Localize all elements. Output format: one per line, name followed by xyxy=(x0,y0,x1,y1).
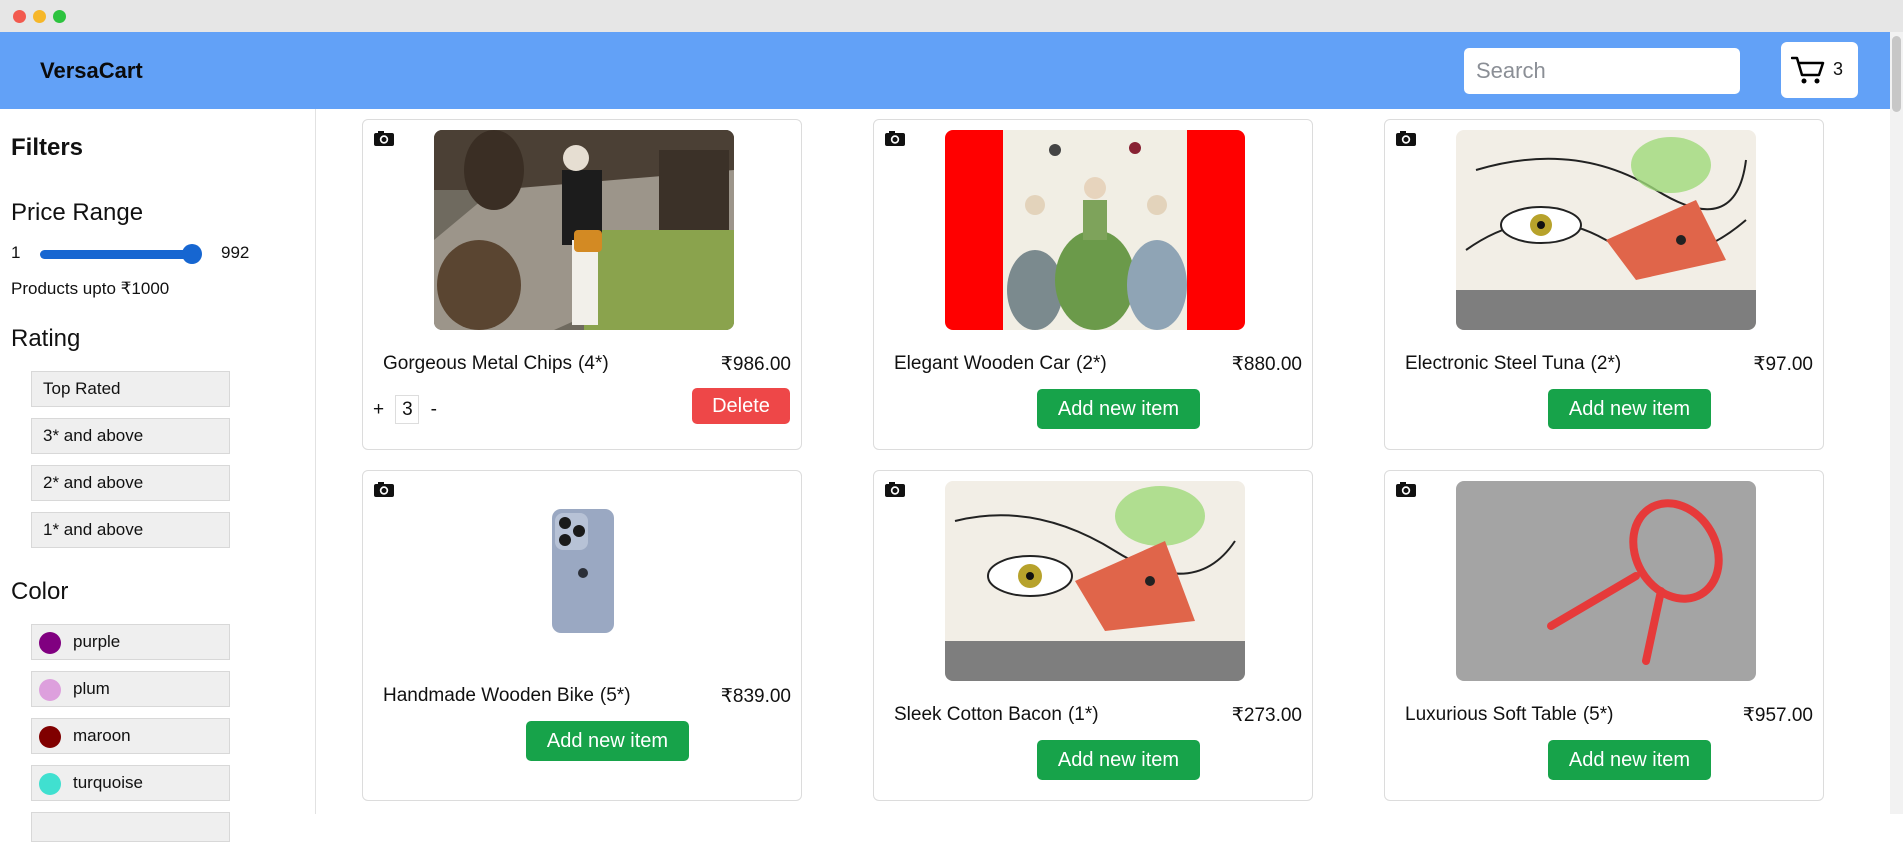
product-rating: (5*) xyxy=(1582,704,1614,725)
add-new-item-button[interactable]: Add new item xyxy=(1548,389,1711,429)
camera-icon[interactable] xyxy=(373,130,395,147)
add-new-item-button[interactable]: Add new item xyxy=(1037,740,1200,780)
color-swatch xyxy=(39,632,61,654)
product-name[interactable]: Sleek Cotton Bacon (1*) xyxy=(894,704,1099,726)
product-rating: (2*) xyxy=(1076,353,1107,374)
minimize-window-button[interactable] xyxy=(33,10,46,23)
color-label: plum xyxy=(73,679,110,698)
quantity-value: 3 xyxy=(395,395,420,424)
product-image xyxy=(434,130,734,330)
rating-option-1-and-above[interactable]: 1* and above xyxy=(31,512,230,548)
product-card: Gorgeous Metal Chips (4*) ₹986.00 + 3 - D… xyxy=(362,119,802,450)
window-titlebar xyxy=(0,0,1903,32)
rating-option-2-and-above[interactable]: 2* and above xyxy=(31,465,230,501)
cart-button[interactable]: 3 xyxy=(1781,42,1858,98)
scrollbar-thumb[interactable] xyxy=(1892,36,1901,112)
add-new-item-button[interactable]: Add new item xyxy=(1037,389,1200,429)
camera-icon[interactable] xyxy=(373,481,395,498)
add-new-item-button[interactable]: Add new item xyxy=(1548,740,1711,780)
product-price: ₹839.00 xyxy=(720,686,791,707)
product-price: ₹957.00 xyxy=(1742,705,1813,726)
color-label: purple xyxy=(73,632,121,651)
product-name[interactable]: Elegant Wooden Car (2*) xyxy=(894,353,1107,375)
price-min-label: 1 xyxy=(11,243,21,262)
product-card: Elegant Wooden Car (2*) ₹880.00 Add new i… xyxy=(873,119,1313,450)
rating-option-top-rated[interactable]: Top Rated xyxy=(31,371,230,407)
delete-button[interactable]: Delete xyxy=(692,388,790,424)
camera-icon[interactable] xyxy=(1395,481,1417,498)
price-range-note: Products upto ₹1000 xyxy=(11,279,170,298)
search-input[interactable] xyxy=(1464,48,1740,94)
product-image xyxy=(945,481,1245,681)
filters-sidebar: Filters Price Range 1 992 Products upto … xyxy=(0,109,316,842)
product-price: ₹986.00 xyxy=(720,354,791,375)
maximize-window-button[interactable] xyxy=(53,10,66,23)
color-option-plum[interactable]: plum xyxy=(31,671,230,707)
cart-count-badge: 3 xyxy=(1833,59,1844,79)
color-swatch xyxy=(39,726,61,748)
color-label: turquoise xyxy=(73,773,143,792)
price-max-label: 992 xyxy=(221,243,250,262)
filters-heading: Filters xyxy=(11,134,84,161)
product-name[interactable]: Luxurious Soft Table (5*) xyxy=(1405,704,1613,726)
cart-icon xyxy=(1791,56,1825,84)
product-name[interactable]: Electronic Steel Tuna (2*) xyxy=(1405,353,1621,375)
product-rating: (4*) xyxy=(578,353,609,374)
color-swatch xyxy=(39,679,61,701)
quantity-stepper: + 3 - xyxy=(373,395,437,424)
product-card: Luxurious Soft Table (5*) ₹957.00 Add new… xyxy=(1384,470,1824,801)
product-card: Electronic Steel Tuna (2*) ₹97.00 Add new… xyxy=(1384,119,1824,450)
camera-icon[interactable] xyxy=(884,481,906,498)
price-slider-handle[interactable] xyxy=(182,244,202,264)
camera-icon[interactable] xyxy=(1395,130,1417,147)
price-range-heading: Price Range xyxy=(11,199,144,226)
camera-icon[interactable] xyxy=(884,130,906,147)
color-option-maroon[interactable]: maroon xyxy=(31,718,230,754)
product-rating: (2*) xyxy=(1590,353,1622,374)
close-window-button[interactable] xyxy=(13,10,26,23)
add-new-item-button[interactable]: Add new item xyxy=(526,721,689,761)
color-option-purple[interactable]: purple xyxy=(31,624,230,660)
rating-option-3-and-above[interactable]: 3* and above xyxy=(31,418,230,454)
color-heading: Color xyxy=(11,578,69,605)
product-image xyxy=(1456,481,1756,681)
product-card: Handmade Wooden Bike (5*) ₹839.00 Add new… xyxy=(362,470,802,801)
product-name[interactable]: Gorgeous Metal Chips (4*) xyxy=(383,353,609,375)
rating-heading: Rating xyxy=(11,325,81,352)
color-option-more[interactable] xyxy=(31,812,230,842)
product-image xyxy=(945,130,1245,330)
product-image xyxy=(1456,130,1756,330)
top-navbar: VersaCart 3 xyxy=(0,32,1903,109)
product-image xyxy=(434,481,734,681)
product-rating: (5*) xyxy=(599,685,631,706)
color-label: maroon xyxy=(73,726,131,745)
price-range-slider[interactable] xyxy=(40,250,193,259)
brand-logo[interactable]: VersaCart xyxy=(40,58,143,84)
product-card: Sleek Cotton Bacon (1*) ₹273.00 Add new i… xyxy=(873,470,1313,801)
product-rating: (1*) xyxy=(1067,704,1099,725)
page-scrollbar[interactable] xyxy=(1890,32,1903,814)
product-price: ₹273.00 xyxy=(1231,705,1302,726)
increase-quantity-button[interactable]: + xyxy=(373,399,384,421)
decrease-quantity-button[interactable]: - xyxy=(431,399,437,421)
product-price: ₹97.00 xyxy=(1753,354,1813,375)
product-price: ₹880.00 xyxy=(1231,354,1302,375)
product-name[interactable]: Handmade Wooden Bike (5*) xyxy=(383,685,631,707)
color-swatch xyxy=(39,773,61,795)
color-option-turquoise[interactable]: turquoise xyxy=(31,765,230,801)
